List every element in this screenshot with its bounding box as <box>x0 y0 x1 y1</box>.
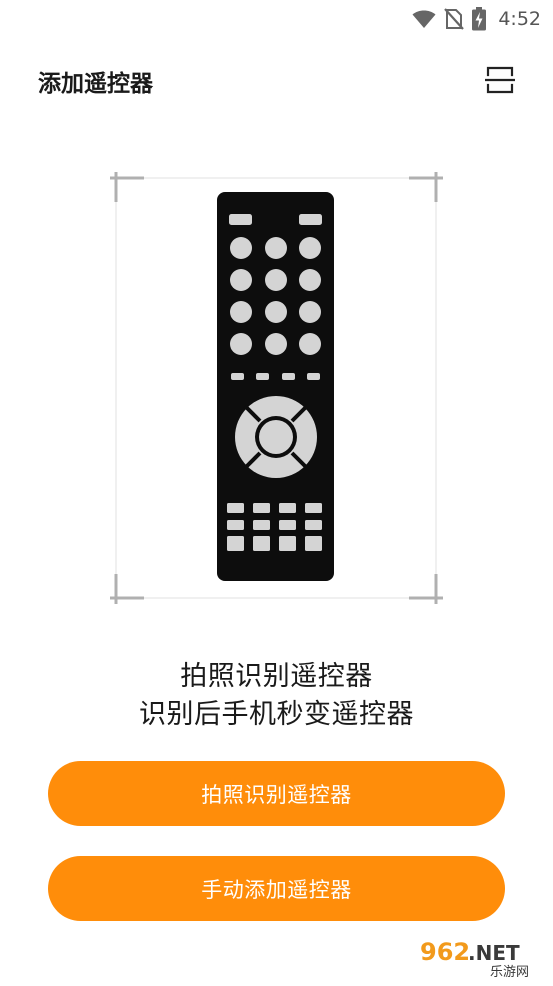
svg-text:.NET: .NET <box>468 941 520 965</box>
remote-control-icon <box>217 192 334 581</box>
page-title: 添加遥控器 <box>38 71 153 97</box>
battery-charging-icon <box>472 7 487 31</box>
no-sim-icon <box>444 8 465 30</box>
svg-text:962: 962 <box>420 938 470 966</box>
watermark-logo: 962 .NET 乐游网 <box>412 932 550 982</box>
status-time: 4:52 <box>498 8 541 30</box>
caption-title: 拍照识别遥控器 <box>180 661 373 692</box>
remote-illustration <box>110 170 443 604</box>
scan-button[interactable] <box>484 64 516 96</box>
manual-add-button[interactable]: 手动添加遥控器 <box>48 856 505 921</box>
wifi-icon <box>412 10 436 28</box>
svg-text:乐游网: 乐游网 <box>490 965 529 980</box>
app-bar: 添加遥控器 <box>0 58 553 104</box>
status-bar: 4:52 <box>0 0 553 36</box>
photo-recognize-button[interactable]: 拍照识别遥控器 <box>48 761 505 826</box>
scan-viewfinder <box>110 172 443 604</box>
status-icons: 4:52 <box>412 7 541 31</box>
scan-frame-icon <box>485 66 515 94</box>
caption-subtitle: 识别后手机秒变遥控器 <box>139 699 414 730</box>
